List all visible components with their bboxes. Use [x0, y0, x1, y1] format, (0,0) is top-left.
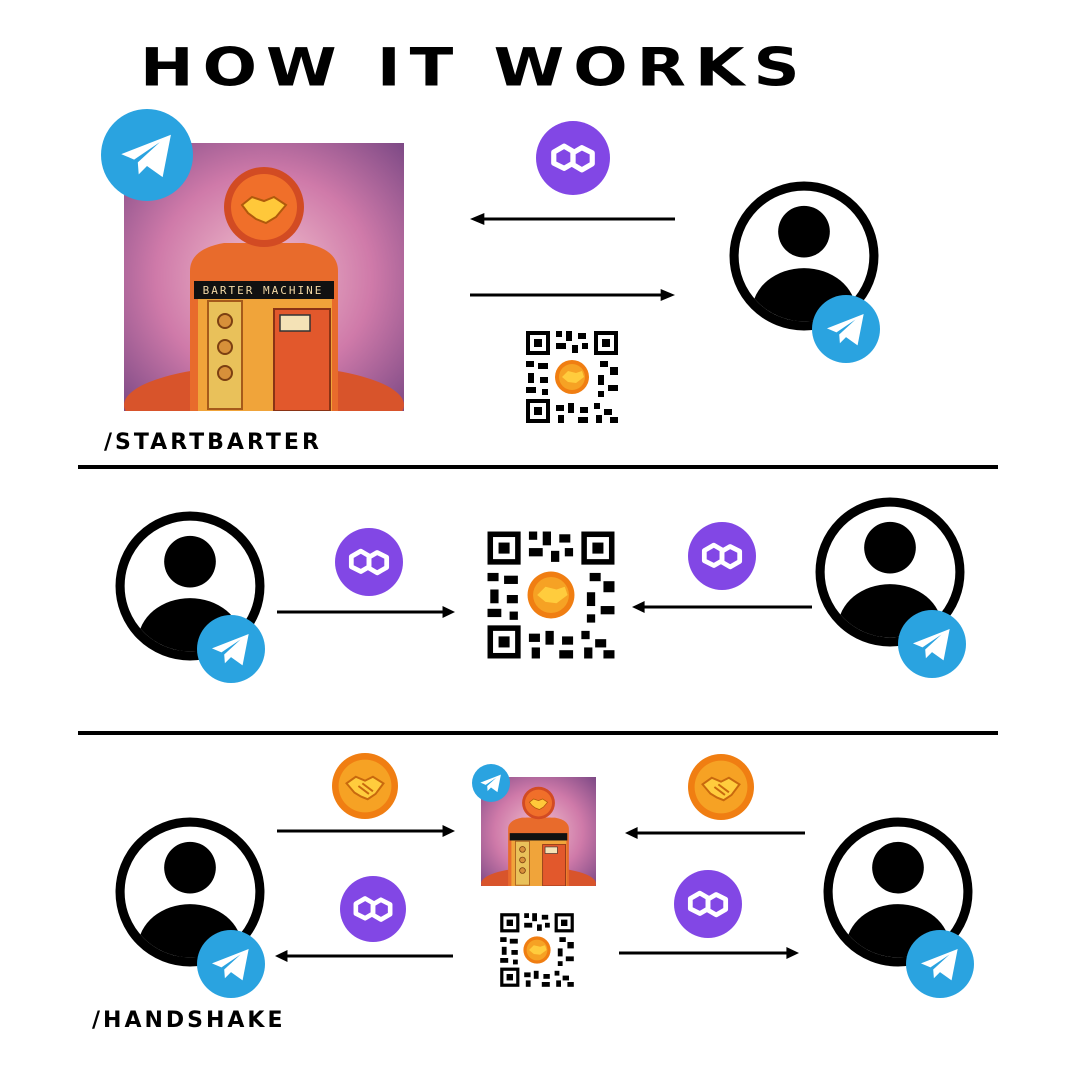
- qr-code-icon: [482, 526, 620, 664]
- polygon-icon: [335, 528, 403, 596]
- telegram-icon: [898, 610, 966, 678]
- machine-label: BARTER MACHINE: [202, 284, 324, 297]
- telegram-icon: [906, 930, 974, 998]
- qr-code-icon: [497, 910, 577, 990]
- start-barter-command: /STARTBARTER: [104, 430, 322, 455]
- arrow-left-icon: [625, 825, 805, 841]
- telegram-icon: [812, 295, 880, 363]
- section-divider: [78, 731, 998, 735]
- arrow-right-icon: [277, 604, 455, 620]
- arrow-left-icon: [632, 599, 812, 615]
- polygon-icon: [688, 522, 756, 590]
- telegram-icon: [101, 109, 193, 201]
- handshake-icon: [332, 753, 398, 819]
- arrow-left-icon: [275, 948, 453, 964]
- arrow-left-icon: [470, 211, 675, 227]
- qr-code-icon: [522, 327, 622, 427]
- section-divider: [78, 465, 998, 469]
- arrow-right-icon: [470, 287, 675, 303]
- telegram-icon: [197, 930, 265, 998]
- page-title: HOW IT WORKS: [140, 38, 809, 99]
- arrow-right-icon: [277, 823, 455, 839]
- handshake-command: /HANDSHAKE: [92, 1008, 286, 1033]
- polygon-icon: [536, 121, 610, 195]
- telegram-icon: [472, 764, 510, 802]
- polygon-icon: [340, 876, 406, 942]
- handshake-icon: [688, 754, 754, 820]
- polygon-icon: [674, 870, 742, 938]
- arrow-right-icon: [619, 945, 799, 961]
- telegram-icon: [197, 615, 265, 683]
